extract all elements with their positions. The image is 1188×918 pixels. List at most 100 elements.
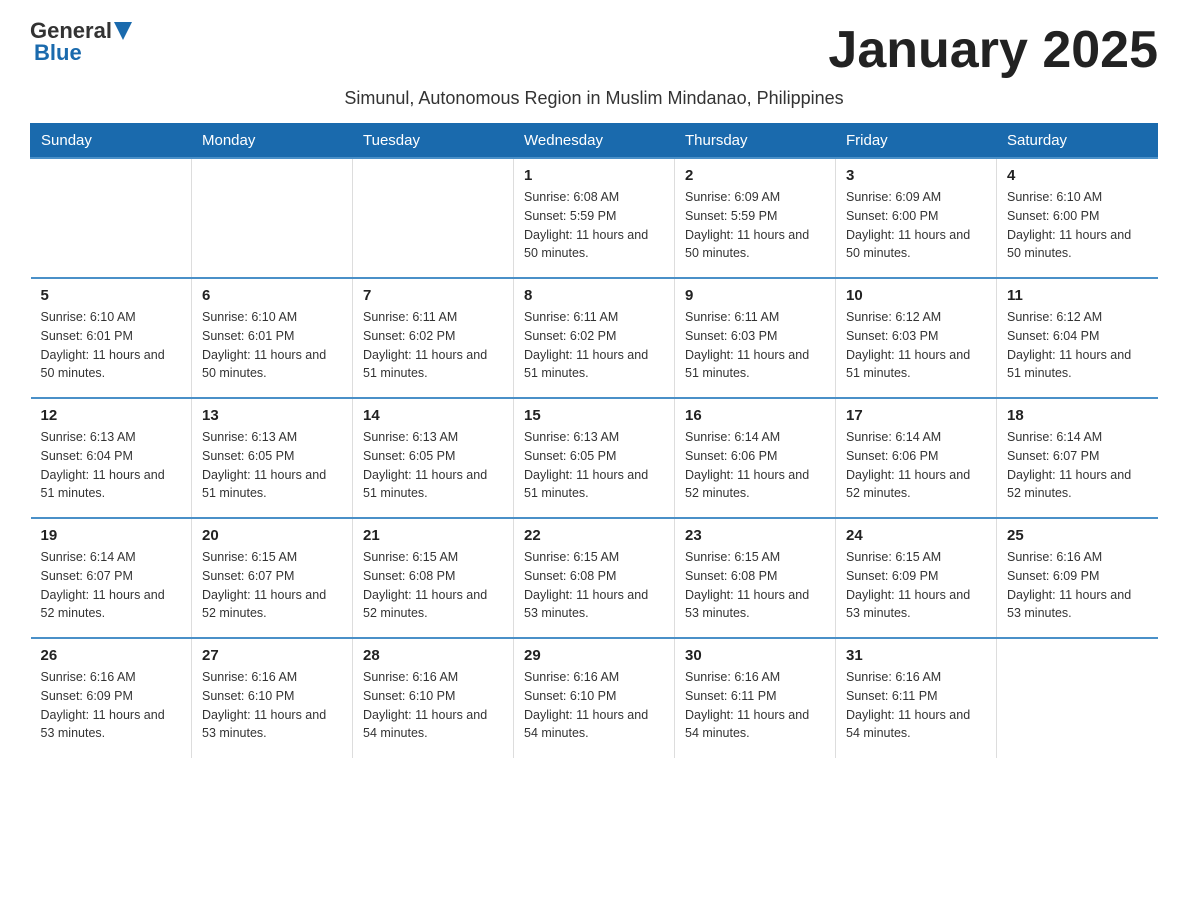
day-info: Sunrise: 6:15 AMSunset: 6:07 PMDaylight:… bbox=[202, 548, 342, 623]
day-number: 8 bbox=[524, 287, 664, 304]
day-number: 16 bbox=[685, 407, 825, 424]
calendar-week-row: 12 Sunrise: 6:13 AMSunset: 6:04 PMDayligh… bbox=[31, 398, 1158, 518]
day-info: Sunrise: 6:16 AMSunset: 6:10 PMDaylight:… bbox=[363, 668, 503, 743]
calendar-cell: 6 Sunrise: 6:10 AMSunset: 6:01 PMDaylight… bbox=[192, 278, 353, 398]
weekday-header: Tuesday bbox=[353, 124, 514, 159]
day-number: 20 bbox=[202, 527, 342, 544]
day-info: Sunrise: 6:14 AMSunset: 6:06 PMDaylight:… bbox=[685, 428, 825, 503]
calendar-cell: 4Sunrise: 6:10 AMSunset: 6:00 PMDaylight… bbox=[997, 158, 1158, 278]
calendar-cell: 20 Sunrise: 6:15 AMSunset: 6:07 PMDayligh… bbox=[192, 518, 353, 638]
day-number: 17 bbox=[846, 407, 986, 424]
calendar-week-row: 19Sunrise: 6:14 AMSunset: 6:07 PMDayligh… bbox=[31, 518, 1158, 638]
day-info: Sunrise: 6:10 AMSunset: 6:00 PMDaylight:… bbox=[1007, 188, 1148, 263]
day-info: Sunrise: 6:14 AMSunset: 6:07 PMDaylight:… bbox=[1007, 428, 1148, 503]
day-number: 27 bbox=[202, 647, 342, 664]
weekday-header: Saturday bbox=[997, 124, 1158, 159]
calendar-cell: 21 Sunrise: 6:15 AMSunset: 6:08 PMDayligh… bbox=[353, 518, 514, 638]
day-number: 26 bbox=[41, 647, 182, 664]
day-info: Sunrise: 6:12 AMSunset: 6:04 PMDaylight:… bbox=[1007, 308, 1148, 383]
calendar-cell: 5 Sunrise: 6:10 AMSunset: 6:01 PMDaylight… bbox=[31, 278, 192, 398]
day-number: 18 bbox=[1007, 407, 1148, 424]
calendar-week-row: 1 Sunrise: 6:08 AMSunset: 5:59 PMDaylight… bbox=[31, 158, 1158, 278]
day-number: 23 bbox=[685, 527, 825, 544]
day-number: 7 bbox=[363, 287, 503, 304]
day-info: Sunrise: 6:11 AMSunset: 6:02 PMDaylight:… bbox=[524, 308, 664, 383]
calendar-table: SundayMondayTuesdayWednesdayThursdayFrid… bbox=[30, 123, 1158, 758]
day-number: 13 bbox=[202, 407, 342, 424]
calendar-cell bbox=[192, 158, 353, 278]
day-number: 15 bbox=[524, 407, 664, 424]
calendar-cell: 14Sunrise: 6:13 AMSunset: 6:05 PMDayligh… bbox=[353, 398, 514, 518]
logo-blue: Blue bbox=[34, 40, 82, 65]
calendar-cell: 12 Sunrise: 6:13 AMSunset: 6:04 PMDayligh… bbox=[31, 398, 192, 518]
day-info: Sunrise: 6:16 AMSunset: 6:09 PMDaylight:… bbox=[41, 668, 182, 743]
month-title: January 2025 bbox=[828, 20, 1158, 80]
day-number: 6 bbox=[202, 287, 342, 304]
calendar-cell: 9 Sunrise: 6:11 AMSunset: 6:03 PMDaylight… bbox=[675, 278, 836, 398]
calendar-cell bbox=[353, 158, 514, 278]
calendar-cell: 3Sunrise: 6:09 AMSunset: 6:00 PMDaylight… bbox=[836, 158, 997, 278]
day-info: Sunrise: 6:11 AMSunset: 6:03 PMDaylight:… bbox=[685, 308, 825, 383]
calendar-cell: 22Sunrise: 6:15 AMSunset: 6:08 PMDayligh… bbox=[514, 518, 675, 638]
day-info: Sunrise: 6:09 AMSunset: 5:59 PMDaylight:… bbox=[685, 188, 825, 263]
calendar-header: SundayMondayTuesdayWednesdayThursdayFrid… bbox=[31, 124, 1158, 159]
weekday-header: Sunday bbox=[31, 124, 192, 159]
weekday-header: Thursday bbox=[675, 124, 836, 159]
calendar-cell: 10Sunrise: 6:12 AMSunset: 6:03 PMDayligh… bbox=[836, 278, 997, 398]
calendar-cell: 15 Sunrise: 6:13 AMSunset: 6:05 PMDayligh… bbox=[514, 398, 675, 518]
day-info: Sunrise: 6:10 AMSunset: 6:01 PMDaylight:… bbox=[41, 308, 182, 383]
calendar-cell: 28 Sunrise: 6:16 AMSunset: 6:10 PMDayligh… bbox=[353, 638, 514, 758]
header: General Blue January 2025 bbox=[30, 20, 1158, 80]
weekday-header: Friday bbox=[836, 124, 997, 159]
day-number: 2 bbox=[685, 167, 825, 184]
calendar-cell: 23 Sunrise: 6:15 AMSunset: 6:08 PMDayligh… bbox=[675, 518, 836, 638]
day-number: 24 bbox=[846, 527, 986, 544]
day-number: 22 bbox=[524, 527, 664, 544]
day-info: Sunrise: 6:15 AMSunset: 6:08 PMDaylight:… bbox=[363, 548, 503, 623]
day-number: 10 bbox=[846, 287, 986, 304]
day-number: 28 bbox=[363, 647, 503, 664]
calendar-cell: 13Sunrise: 6:13 AMSunset: 6:05 PMDayligh… bbox=[192, 398, 353, 518]
calendar-cell: 1 Sunrise: 6:08 AMSunset: 5:59 PMDaylight… bbox=[514, 158, 675, 278]
day-info: Sunrise: 6:10 AMSunset: 6:01 PMDaylight:… bbox=[202, 308, 342, 383]
day-info: Sunrise: 6:09 AMSunset: 6:00 PMDaylight:… bbox=[846, 188, 986, 263]
day-info: Sunrise: 6:16 AMSunset: 6:10 PMDaylight:… bbox=[202, 668, 342, 743]
calendar-cell: 29Sunrise: 6:16 AMSunset: 6:10 PMDayligh… bbox=[514, 638, 675, 758]
calendar-body: 1 Sunrise: 6:08 AMSunset: 5:59 PMDaylight… bbox=[31, 158, 1158, 758]
day-number: 29 bbox=[524, 647, 664, 664]
day-info: Sunrise: 6:15 AMSunset: 6:08 PMDaylight:… bbox=[685, 548, 825, 623]
day-number: 21 bbox=[363, 527, 503, 544]
day-info: Sunrise: 6:13 AMSunset: 6:04 PMDaylight:… bbox=[41, 428, 182, 503]
calendar-week-row: 26 Sunrise: 6:16 AMSunset: 6:09 PMDayligh… bbox=[31, 638, 1158, 758]
calendar-week-row: 5 Sunrise: 6:10 AMSunset: 6:01 PMDaylight… bbox=[31, 278, 1158, 398]
day-number: 5 bbox=[41, 287, 182, 304]
calendar-cell: 11Sunrise: 6:12 AMSunset: 6:04 PMDayligh… bbox=[997, 278, 1158, 398]
calendar-cell bbox=[31, 158, 192, 278]
day-info: Sunrise: 6:16 AMSunset: 6:09 PMDaylight:… bbox=[1007, 548, 1148, 623]
day-number: 1 bbox=[524, 167, 664, 184]
logo-block: General Blue bbox=[30, 20, 132, 64]
day-number: 19 bbox=[41, 527, 182, 544]
calendar-cell: 19Sunrise: 6:14 AMSunset: 6:07 PMDayligh… bbox=[31, 518, 192, 638]
calendar-cell: 18 Sunrise: 6:14 AMSunset: 6:07 PMDayligh… bbox=[997, 398, 1158, 518]
day-info: Sunrise: 6:14 AMSunset: 6:06 PMDaylight:… bbox=[846, 428, 986, 503]
logo-arrow-icon bbox=[114, 22, 132, 40]
day-number: 30 bbox=[685, 647, 825, 664]
logo-general: General bbox=[30, 20, 112, 42]
calendar-cell: 17 Sunrise: 6:14 AMSunset: 6:06 PMDayligh… bbox=[836, 398, 997, 518]
calendar-cell: 30Sunrise: 6:16 AMSunset: 6:11 PMDayligh… bbox=[675, 638, 836, 758]
day-info: Sunrise: 6:13 AMSunset: 6:05 PMDaylight:… bbox=[524, 428, 664, 503]
calendar-cell bbox=[997, 638, 1158, 758]
day-info: Sunrise: 6:15 AMSunset: 6:09 PMDaylight:… bbox=[846, 548, 986, 623]
day-info: Sunrise: 6:13 AMSunset: 6:05 PMDaylight:… bbox=[363, 428, 503, 503]
day-number: 12 bbox=[41, 407, 182, 424]
subtitle: Simunul, Autonomous Region in Muslim Min… bbox=[30, 88, 1158, 109]
day-number: 31 bbox=[846, 647, 986, 664]
weekday-row: SundayMondayTuesdayWednesdayThursdayFrid… bbox=[31, 124, 1158, 159]
calendar-cell: 27 Sunrise: 6:16 AMSunset: 6:10 PMDayligh… bbox=[192, 638, 353, 758]
calendar-cell: 7Sunrise: 6:11 AMSunset: 6:02 PMDaylight… bbox=[353, 278, 514, 398]
calendar-cell: 31Sunrise: 6:16 AMSunset: 6:11 PMDayligh… bbox=[836, 638, 997, 758]
day-number: 9 bbox=[685, 287, 825, 304]
day-info: Sunrise: 6:08 AMSunset: 5:59 PMDaylight:… bbox=[524, 188, 664, 263]
calendar-cell: 16 Sunrise: 6:14 AMSunset: 6:06 PMDayligh… bbox=[675, 398, 836, 518]
